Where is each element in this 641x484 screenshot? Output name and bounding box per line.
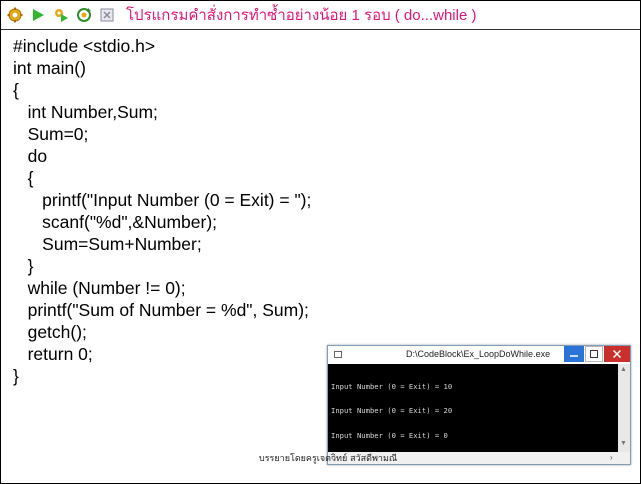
presenter-credit: บรรยายโดยครูเจตวิทย์ สวัสดีพามณี xyxy=(259,454,398,464)
slide-frame: โปรแกรมคำสั่งการทำซ้ำอย่างน้อย 1 รอบ ( d… xyxy=(0,0,641,484)
console-output[interactable]: Input Number (0 = Exit) = 10 Input Numbe… xyxy=(328,364,618,465)
code-line: scanf("%d",&Number); xyxy=(13,212,218,232)
maximize-button[interactable] xyxy=(585,346,603,362)
code-line: while (Number != 0); xyxy=(13,278,186,298)
code-line: do xyxy=(13,146,48,166)
console-line: Input Number (0 = Exit) = 10 xyxy=(331,381,453,391)
code-line: int main() xyxy=(13,58,86,78)
code-line: #include <stdio.h> xyxy=(13,36,156,56)
code-line: { xyxy=(13,168,34,188)
minimize-button[interactable] xyxy=(564,346,584,362)
console-title: D:\CodeBlock\Ex_LoopDoWhile.exe xyxy=(406,349,551,359)
code-line: } xyxy=(13,366,19,386)
minimize-icon xyxy=(570,355,578,357)
slide-title: โปรแกรมคำสั่งการทำซ้ำอย่างน้อย 1 รอบ ( d… xyxy=(126,7,477,24)
scroll-down-icon[interactable]: ▼ xyxy=(620,440,627,447)
console-titlebar[interactable]: D:\CodeBlock\Ex_LoopDoWhile.exe xyxy=(328,346,630,365)
code-line: printf("Sum of Number = %d", Sum); xyxy=(13,300,309,320)
scroll-right-icon[interactable]: › xyxy=(610,453,613,462)
code-editor: #include <stdio.h> int main() { int Numb… xyxy=(13,35,311,387)
code-line: getch(); xyxy=(13,322,87,342)
close-icon xyxy=(613,350,621,358)
run-icon[interactable] xyxy=(29,6,47,24)
build-run-icon[interactable] xyxy=(52,6,70,24)
gear-icon[interactable] xyxy=(6,6,24,24)
scroll-up-icon[interactable]: ▲ xyxy=(620,366,627,373)
vertical-scrollbar[interactable]: ▲ ▼ xyxy=(618,364,630,452)
code-line: Sum=0; xyxy=(13,124,89,144)
code-line: printf("Input Number (0 = Exit) = "); xyxy=(13,190,312,210)
code-line: return 0; xyxy=(13,344,93,364)
maximize-icon xyxy=(590,350,598,358)
abort-icon[interactable] xyxy=(98,6,116,24)
code-line: int Number,Sum; xyxy=(13,102,158,122)
close-button[interactable] xyxy=(604,346,630,362)
toolbar: โปรแกรมคำสั่งการทำซ้ำอย่างน้อย 1 รอบ ( d… xyxy=(1,1,640,30)
console-window: D:\CodeBlock\Ex_LoopDoWhile.exe Input Nu… xyxy=(327,345,631,465)
console-line: Input Number (0 = Exit) = 20 xyxy=(331,406,453,416)
code-line: Sum=Sum+Number; xyxy=(13,234,202,254)
code-line: } xyxy=(13,256,34,276)
console-app-icon xyxy=(334,351,342,358)
rebuild-icon[interactable] xyxy=(75,6,93,24)
console-line: Input Number (0 = Exit) = 0 xyxy=(331,431,448,441)
code-line: { xyxy=(13,80,19,100)
